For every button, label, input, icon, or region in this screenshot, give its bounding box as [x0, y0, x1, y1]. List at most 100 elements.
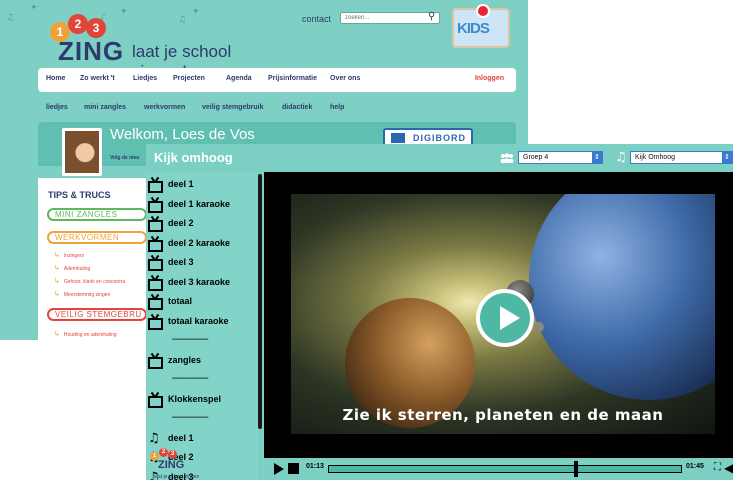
tv-icon: [148, 298, 163, 310]
play-overlay-button[interactable]: [476, 289, 534, 347]
track-label: deel 3 karaoke: [168, 276, 231, 287]
music-note-icon: ♫: [615, 150, 627, 165]
svg-text:♫: ♫: [6, 13, 14, 23]
screen-icon: [391, 133, 405, 143]
pill-werkvormen[interactable]: WERKVORMEN: [47, 231, 147, 244]
tip-link[interactable]: Houding en ademhaling: [54, 330, 117, 338]
subnav-help[interactable]: help: [330, 104, 344, 111]
track-item[interactable]: deel 1 karaoke: [146, 198, 256, 214]
track-item[interactable]: deel 3 karaoke: [146, 276, 256, 292]
mini-zing-logo: 1 2 3 ZING laat je school zingen: [146, 444, 236, 480]
track-label: deel 2: [168, 218, 194, 228]
track-item[interactable]: deel 2 karaoke: [146, 237, 256, 253]
tv-icon: [148, 239, 163, 252]
subnav-veilig-stemgebruik[interactable]: veilig stemgebruik: [202, 104, 263, 111]
tv-icon: [148, 317, 163, 330]
player-title: Kijk omhoog: [154, 150, 233, 165]
tip-link[interactable]: Meerstemmig zingen: [54, 290, 110, 298]
song-select[interactable]: Kijk Omhoog ⇕: [630, 151, 733, 164]
list-separator: ------------------------: [172, 337, 208, 343]
logo-ball-3: 3: [168, 450, 177, 459]
track-label: deel 1: [168, 432, 194, 443]
track-label: deel 2 karaoke: [168, 237, 231, 248]
nav-agenda[interactable]: Agenda: [226, 75, 252, 82]
zing-logo[interactable]: 1 2 3 ZING laat je school zingen!: [30, 12, 250, 81]
video-subtitle: Zie ik sterren, planeten en de maan: [342, 406, 664, 424]
track-label: totaal karaoke: [168, 315, 229, 326]
tv-icon: [148, 200, 163, 213]
play-icon[interactable]: [274, 463, 284, 475]
nav-prijsinformatie[interactable]: Prijsinformatie: [268, 75, 317, 82]
search-icon[interactable]: ⚲: [428, 11, 435, 22]
track-item[interactable]: Klokkenspel: [146, 393, 256, 409]
volume-icon[interactable]: ◀: [724, 462, 733, 474]
chevron-down-icon: ⇕: [722, 152, 732, 163]
list-separator: ------------------------: [172, 415, 208, 421]
track-label: deel 3: [168, 257, 194, 267]
player-window: Kijk omhoog Groep 4 ⇕ ♫ Kijk Omhoog ⇕ de…: [146, 144, 733, 480]
track-label: zangles: [168, 354, 202, 365]
tv-icon: [148, 278, 163, 291]
contact-link[interactable]: contact: [302, 14, 331, 24]
track-label: deel 1: [168, 179, 194, 189]
progress-track[interactable]: [328, 465, 682, 473]
chevron-down-icon: ⇕: [592, 152, 602, 163]
nav-liedjes[interactable]: Liedjes: [133, 75, 157, 82]
scrollbar-thumb[interactable]: [258, 174, 262, 429]
total-time: 01:45: [686, 463, 704, 470]
login-link[interactable]: Inloggen: [475, 75, 504, 82]
welcome-subtext: Volg de nieu: [110, 155, 140, 161]
small-moon: [534, 322, 544, 332]
video-controls: 01:13 01:45 ⛶ ◀: [264, 458, 733, 480]
mini-logo-tagline: laat je school zingen: [154, 474, 200, 480]
tv-icon: [148, 259, 163, 271]
people-icon: [500, 153, 514, 163]
blue-planet: [529, 194, 715, 400]
pill-veilig-stemgebruik[interactable]: VEILIG STEMGEBRU: [47, 308, 147, 321]
track-list: deel 1 deel 1 karaoke deel 2 deel 2 karaoke…: [146, 172, 258, 480]
subnav-werkvormen[interactable]: werkvormen: [144, 104, 185, 111]
track-label: deel 1 karaoke: [168, 198, 231, 209]
logo-ball-2: 2: [68, 14, 88, 34]
nav-projecten[interactable]: Projecten: [173, 75, 205, 82]
stop-icon[interactable]: [288, 463, 299, 474]
nav-home[interactable]: Home: [46, 75, 65, 82]
tips-title: TIPS & TRUCS: [48, 190, 111, 200]
tv-icon: [148, 181, 163, 193]
subnav-didactiek[interactable]: didactiek: [282, 104, 312, 111]
track-item[interactable]: deel 3: [146, 256, 256, 272]
play-icon: [500, 306, 520, 330]
pill-mini-zangles[interactable]: MINI ZANGLES: [47, 208, 147, 221]
logo-ball-2: 2: [159, 448, 168, 457]
track-item[interactable]: zangles: [146, 354, 256, 370]
main-nav: Home Zo werkt 't Liedjes Projecten Agend…: [38, 68, 516, 92]
kids-logo-dot: [476, 4, 490, 18]
welcome-heading: Welkom, Loes de Vos: [110, 126, 255, 143]
track-label: Klokkenspel: [168, 393, 222, 404]
progress-thumb[interactable]: [573, 461, 578, 477]
kids-logo[interactable]: KIDS: [452, 4, 510, 48]
group-select[interactable]: Groep 4 ⇕: [518, 151, 603, 164]
track-item[interactable]: deel 1: [146, 178, 256, 194]
mini-logo-name: ZING: [158, 459, 185, 471]
track-item[interactable]: deel 2: [146, 217, 256, 233]
nav-zo-werkt-t[interactable]: Zo werkt 't: [80, 75, 115, 82]
subnav-liedjes[interactable]: liedjes: [46, 104, 68, 111]
site-search-input[interactable]: [340, 12, 440, 24]
player-header: Kijk omhoog Groep 4 ⇕ ♫ Kijk Omhoog ⇕: [146, 144, 733, 172]
video-area[interactable]: Zie ik sterren, planeten en de maan: [264, 172, 733, 458]
fullscreen-icon[interactable]: ⛶: [714, 463, 724, 473]
tv-icon: [148, 220, 163, 232]
track-item[interactable]: totaal: [146, 295, 256, 311]
logo-name: ZING: [58, 36, 125, 66]
group-select-value: Groep 4: [523, 154, 549, 161]
tip-link[interactable]: Ademhaling: [54, 264, 90, 272]
current-time: 01:13: [306, 463, 324, 470]
tv-icon: [148, 395, 163, 408]
kids-logo-text: KIDS: [457, 20, 490, 37]
track-item[interactable]: totaal karaoke: [146, 315, 256, 331]
tip-link[interactable]: Gehoor, klank en concentra: [54, 277, 125, 285]
tip-link[interactable]: Inzingers: [54, 251, 84, 259]
subnav-mini-zangles[interactable]: mini zangles: [84, 104, 126, 111]
nav-over-ons[interactable]: Over ons: [330, 75, 360, 82]
